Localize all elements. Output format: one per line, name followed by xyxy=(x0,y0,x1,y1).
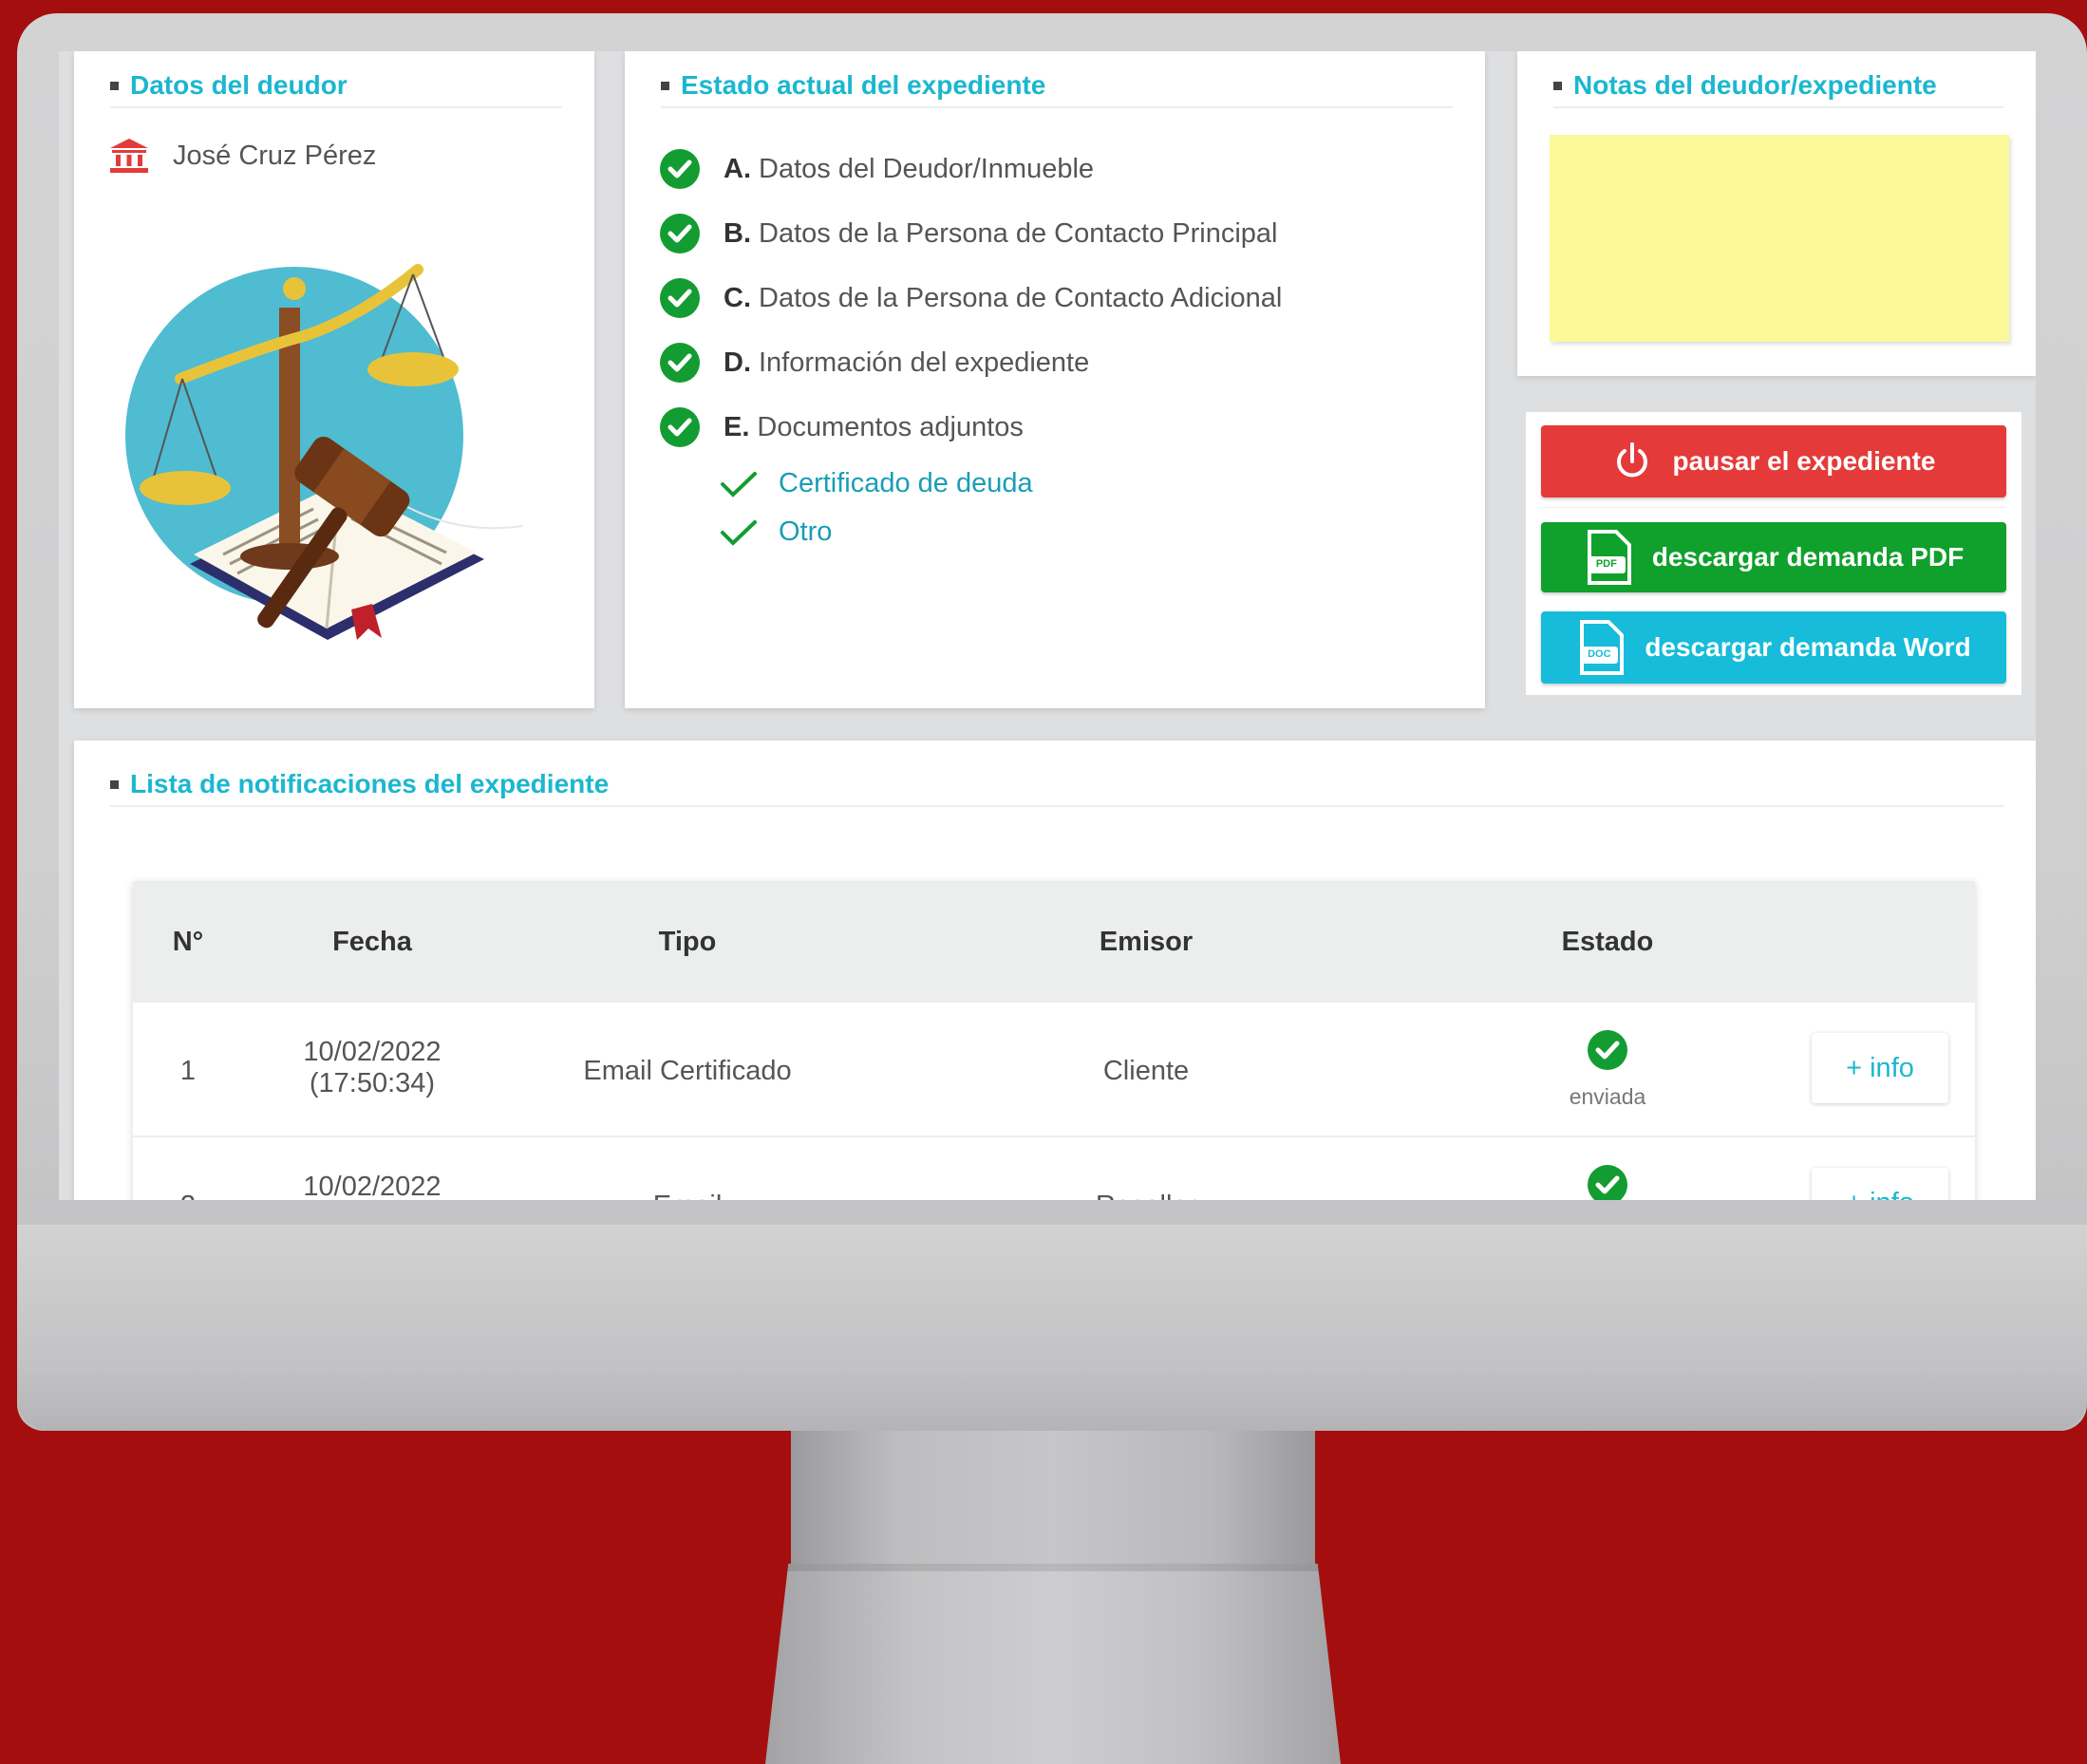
check-circle-icon xyxy=(1588,1030,1627,1070)
row-number: 1 xyxy=(179,1056,197,1086)
pdf-file-icon: PDF xyxy=(1584,530,1633,585)
check-mark-icon xyxy=(721,471,757,497)
power-icon xyxy=(1617,442,1648,478)
row-date: 10/02/2022 (17:50:34) xyxy=(303,1037,442,1098)
pause-case-button[interactable]: pausar el expediente xyxy=(1541,425,2006,497)
check-circle-icon xyxy=(660,407,700,447)
divider xyxy=(1541,507,2006,508)
screen: Datos del deudor José Cruz Pérez Estado … xyxy=(59,51,2036,1200)
debtor-card: Datos del deudor José Cruz Pérez xyxy=(74,51,594,708)
row-number: 2 xyxy=(180,1191,196,1200)
document-item[interactable]: Certificado de deuda xyxy=(659,460,1282,508)
column-header-sender: Emisor xyxy=(1099,927,1194,957)
check-circle-icon xyxy=(660,343,700,383)
row-status-text: enviada xyxy=(1569,1084,1646,1109)
bullet-icon xyxy=(661,81,669,90)
bullet-icon xyxy=(110,81,119,90)
row-sender: Cliente xyxy=(1102,1056,1190,1086)
bullet-icon xyxy=(1553,81,1562,90)
table-row: 2 10/02/2022 Email Reseller + info xyxy=(133,1137,1975,1200)
monitor-stand xyxy=(791,1431,1315,1564)
status-item: E. Documentos adjuntos xyxy=(659,395,1282,460)
check-circle-icon xyxy=(1588,1165,1627,1200)
table-header: N° Fecha Tipo Emisor Estado xyxy=(133,881,1975,1003)
column-header-type: Tipo xyxy=(658,927,717,957)
table-row: 1 10/02/2022 (17:50:34) Email Certificad… xyxy=(133,1003,1975,1137)
column-header-number: N° xyxy=(172,927,204,957)
check-circle-icon xyxy=(660,278,700,318)
debtor-name: José Cruz Pérez xyxy=(173,140,377,171)
document-item[interactable]: Otro xyxy=(659,508,1282,556)
download-word-button[interactable]: DOC descargar demanda Word xyxy=(1541,611,2006,684)
column-header-status: Estado xyxy=(1561,927,1654,957)
bullet-icon xyxy=(110,779,119,789)
status-item: C. Datos de la Persona de Contacto Adicio… xyxy=(659,266,1282,330)
sticky-note[interactable] xyxy=(1550,135,2009,342)
institution-icon xyxy=(110,139,148,173)
row-date: 10/02/2022 xyxy=(303,1172,442,1200)
status-item: B. Datos de la Persona de Contacto Princi… xyxy=(659,201,1282,266)
more-info-button[interactable]: + info xyxy=(1812,1033,1948,1103)
actions-panel: pausar el expediente PDF descargar deman… xyxy=(1526,412,2021,695)
status-item: D. Información del expediente xyxy=(659,330,1282,395)
more-info-button[interactable]: + info xyxy=(1812,1168,1948,1200)
justice-scales-illustration xyxy=(125,264,523,640)
notifications-section-title: Lista de notificaciones del expediente xyxy=(110,763,2003,807)
row-type: Email xyxy=(653,1191,723,1200)
notes-section-title: Notas del deudor/expediente xyxy=(1553,65,2003,108)
column-header-date: Fecha xyxy=(332,927,412,957)
status-card: Estado actual del expediente A. Datos del… xyxy=(625,51,1485,708)
check-circle-icon xyxy=(660,214,700,253)
notifications-table: N° Fecha Tipo Emisor Estado 1 10/02/2022… xyxy=(133,881,1975,1200)
doc-file-icon: DOC xyxy=(1576,620,1626,675)
check-mark-icon xyxy=(721,519,757,546)
status-list: A. Datos del Deudor/Inmueble B. Datos de l… xyxy=(659,137,1282,556)
download-pdf-button[interactable]: PDF descargar demanda PDF xyxy=(1541,522,2006,592)
monitor-stand-base xyxy=(765,1564,1341,1764)
monitor-chin xyxy=(17,1225,2087,1431)
status-item: A. Datos del Deudor/Inmueble xyxy=(659,137,1282,201)
debtor-name-row: José Cruz Pérez xyxy=(108,137,376,175)
status-section-title: Estado actual del expediente xyxy=(661,65,1453,108)
check-circle-icon xyxy=(660,149,700,189)
debtor-section-title: Datos del deudor xyxy=(110,65,562,108)
row-type: Email Certificado xyxy=(583,1056,792,1086)
notifications-card: Lista de notificaciones del expediente N… xyxy=(74,741,2036,1200)
row-sender: Reseller xyxy=(1096,1191,1196,1200)
notes-card: Notas del deudor/expediente xyxy=(1517,51,2036,376)
